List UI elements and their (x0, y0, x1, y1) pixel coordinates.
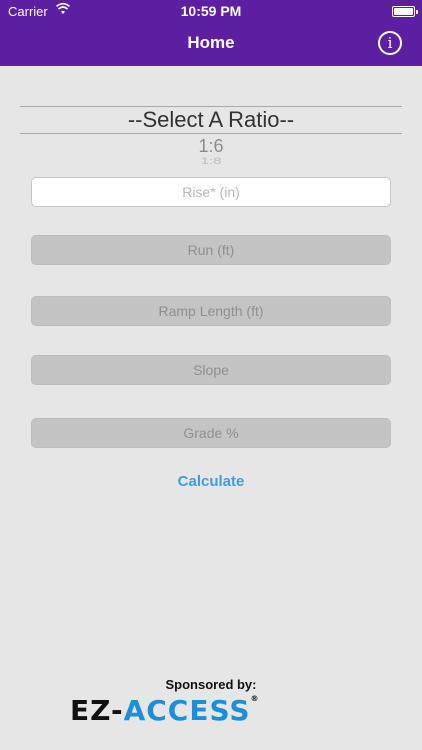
picker-bottom-divider (20, 133, 402, 134)
run-field (31, 235, 391, 265)
battery-icon (392, 6, 418, 17)
app-header: Carrier 10:59 PM Home i (0, 0, 422, 66)
registered-mark: ® (250, 694, 260, 703)
picker-selected-option[interactable]: --Select A Ratio-- (20, 107, 402, 133)
page-title: Home (187, 33, 235, 52)
calculate-button[interactable]: Calculate (0, 473, 422, 490)
rise-input[interactable] (31, 177, 391, 207)
status-time: 10:59 PM (180, 3, 242, 19)
slope-field (31, 355, 391, 385)
grade-field (31, 418, 391, 448)
logo-text-ez: EZ- (70, 694, 124, 727)
picker-option[interactable]: 1:8 (20, 156, 402, 166)
logo-text-access: ACCESS (123, 694, 251, 727)
sponsored-label: Sponsored by: (165, 677, 257, 692)
ez-access-logo: EZ-ACCESS® (70, 694, 360, 727)
ratio-picker[interactable]: --Select A Ratio-- 1:6 1:8 (20, 98, 402, 174)
status-bar: Carrier 10:59 PM (0, 0, 422, 22)
picker-option[interactable]: 1:6 (20, 136, 402, 157)
ramp-length-field (31, 296, 391, 326)
info-icon[interactable]: i (378, 31, 402, 55)
